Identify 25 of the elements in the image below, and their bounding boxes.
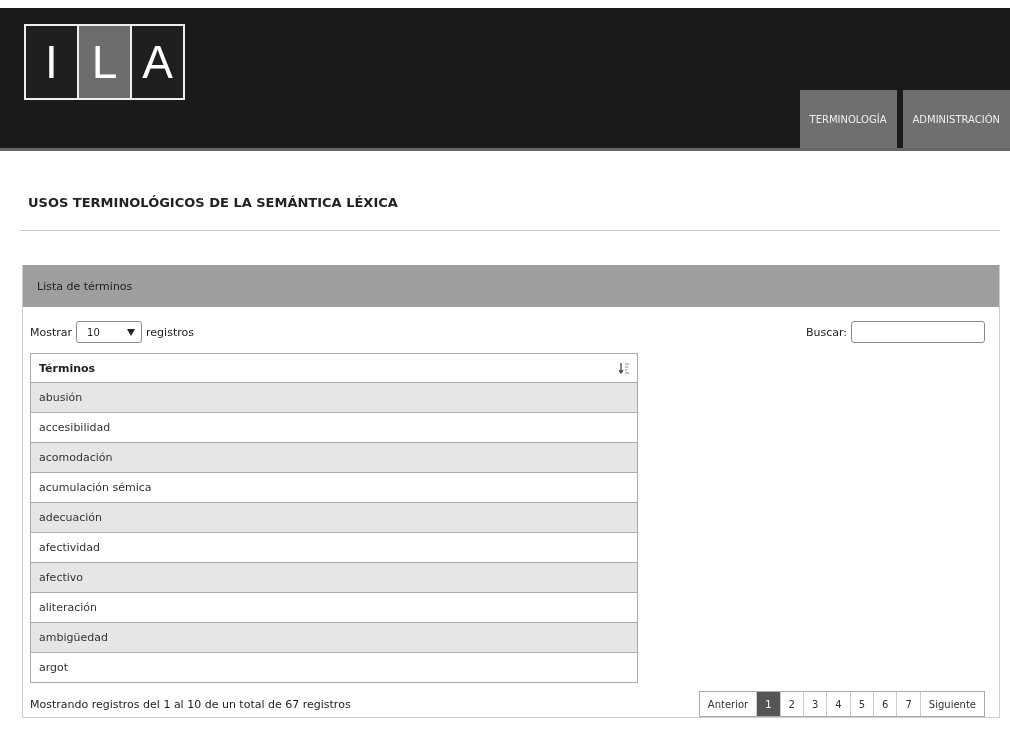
caret-icon	[127, 328, 136, 336]
column-header[interactable]: Términos	[30, 353, 638, 383]
page-title: USOS TERMINOLÓGICOS DE LA SEMÁNTICA LÉXICA	[28, 195, 399, 210]
length-label: registros	[146, 325, 194, 339]
table-cell[interactable]: acumulación sémica	[30, 472, 638, 503]
table-cell[interactable]: afectivo	[30, 562, 638, 593]
table-cell[interactable]: aliteración	[30, 592, 638, 623]
table-cell[interactable]: argot	[30, 652, 638, 683]
table-cell[interactable]: acomodación	[30, 442, 638, 473]
page-button[interactable]: 1	[756, 692, 780, 716]
table-cell[interactable]: ambigüedad	[30, 622, 638, 653]
table-info: Mostrando registros del 1 al 10 de un total de 67 registros	[30, 697, 351, 711]
nav-button[interactable]: TERMINOLOGÍA	[799, 90, 897, 148]
table-cell[interactable]: adecuación	[30, 502, 638, 533]
search-label: Buscar:	[805, 325, 847, 339]
nav-button[interactable]: ADMINISTRACIÓN	[902, 90, 1010, 148]
logo[interactable]: I L A	[24, 24, 185, 100]
length-select[interactable]: 10	[76, 321, 143, 343]
panel-title: Lista de términos	[37, 279, 133, 293]
table-cell[interactable]: afectividad	[30, 532, 638, 563]
search-field[interactable]	[851, 321, 985, 343]
sort-icon	[619, 362, 629, 374]
table-cell[interactable]: accesibilidad	[30, 412, 638, 443]
table-cell[interactable]: abusión	[30, 382, 638, 413]
length-label: Mostrar	[30, 325, 73, 339]
